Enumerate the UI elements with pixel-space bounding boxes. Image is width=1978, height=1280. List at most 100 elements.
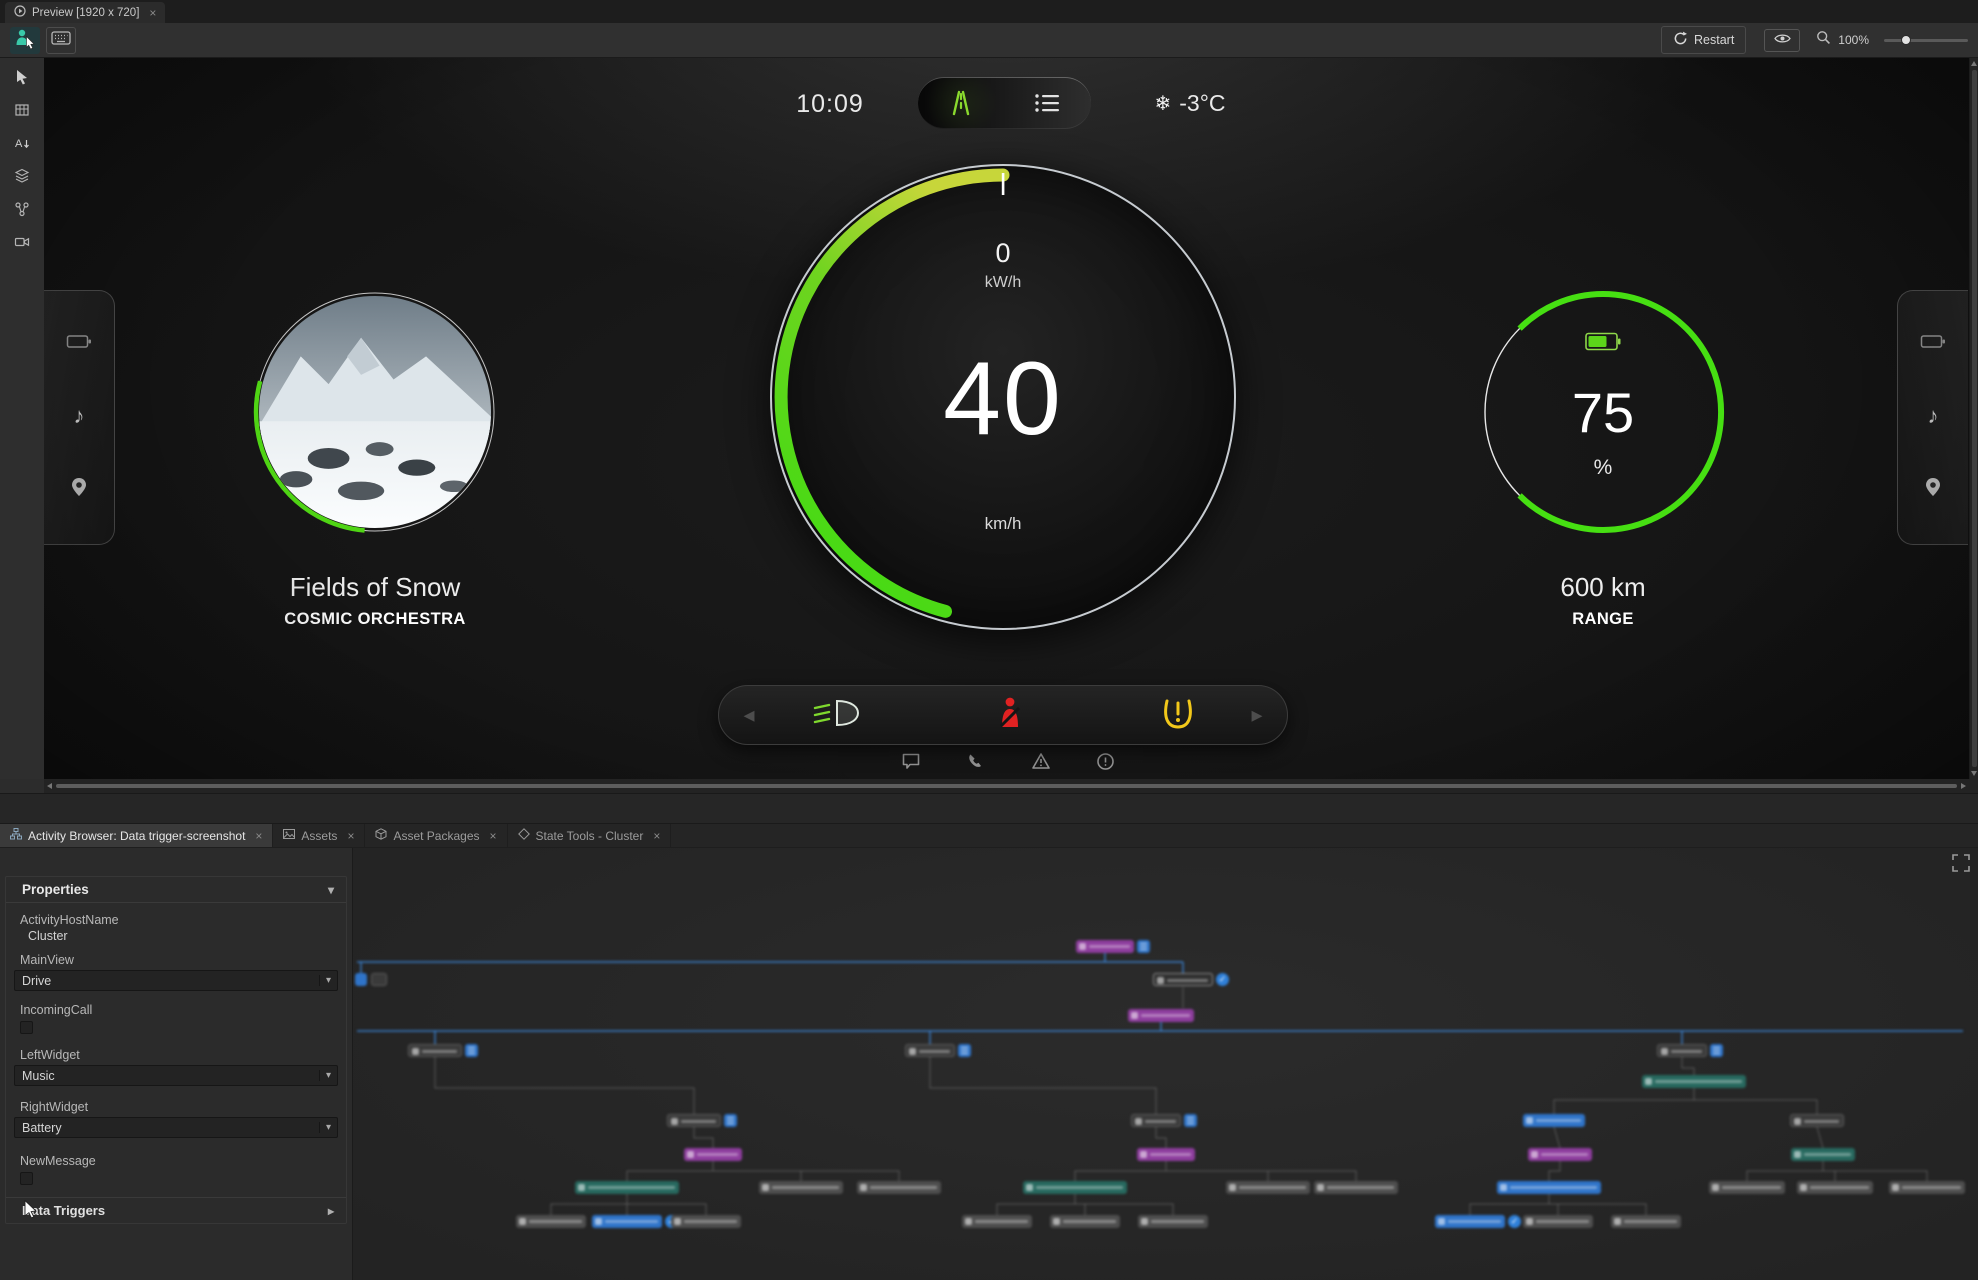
preview-tab-bar: Preview [1920 x 720] × — [0, 0, 1978, 23]
graph-node[interactable] — [1528, 1148, 1592, 1161]
graph-node[interactable] — [1889, 1181, 1965, 1194]
horizontal-scrollbar[interactable] — [44, 779, 1969, 793]
graph-node[interactable] — [1050, 1215, 1120, 1228]
graph-node[interactable] — [1790, 1114, 1844, 1127]
graph-node[interactable] — [1497, 1181, 1601, 1194]
warning-triangle-icon[interactable] — [1031, 752, 1051, 775]
graph-node[interactable] — [1131, 1114, 1181, 1127]
data-triggers-section-header[interactable]: Data Triggers ▸ — [6, 1197, 346, 1223]
vertical-scrollbar[interactable] — [1969, 58, 1978, 779]
view-mode-toggle[interactable] — [918, 77, 1091, 129]
properties-section-header[interactable]: Properties ▾ — [6, 877, 346, 903]
menu-badge-icon[interactable] — [1710, 1044, 1723, 1057]
location-pin-icon[interactable] — [71, 477, 87, 502]
graph-node[interactable] — [1523, 1114, 1585, 1127]
graph-node[interactable] — [1797, 1181, 1873, 1194]
graph-node[interactable] — [1137, 1148, 1195, 1161]
right-widget-dropdown[interactable]: Battery ▾ — [14, 1117, 338, 1138]
tab-state-tools[interactable]: State Tools - Cluster × — [508, 824, 672, 847]
graph-node[interactable] — [1076, 940, 1134, 953]
device-icon[interactable] — [1920, 333, 1946, 355]
graph-node[interactable] — [1523, 1215, 1593, 1228]
text-sort-button[interactable]: A — [8, 129, 36, 156]
graph-node[interactable] — [759, 1181, 843, 1194]
device-icon[interactable] — [66, 333, 92, 355]
cluster-preview: 10:09 ❄ -3°C Fields of Snow COSMIC ORCHE… — [44, 58, 1969, 779]
graph-node[interactable] — [1435, 1215, 1505, 1228]
visibility-toggle-button[interactable] — [1764, 28, 1801, 52]
music-note-icon[interactable]: ♪ — [74, 403, 85, 429]
graph-node[interactable] — [905, 1044, 955, 1057]
graph-node[interactable] — [1642, 1075, 1746, 1088]
tab-assets[interactable]: Assets × — [273, 824, 366, 847]
menu-badge-icon[interactable] — [958, 1044, 971, 1057]
graph-node[interactable] — [516, 1215, 586, 1228]
close-icon[interactable]: × — [490, 829, 497, 843]
left-widget-dropdown[interactable]: Music ▾ — [14, 1065, 338, 1086]
flow-button[interactable] — [8, 195, 36, 222]
graph-node[interactable] — [371, 973, 387, 986]
node-graph-canvas[interactable] — [353, 848, 1978, 1280]
incoming-call-checkbox[interactable] — [20, 1021, 33, 1034]
graph-node[interactable] — [408, 1044, 462, 1057]
activity-node-graph[interactable] — [353, 848, 1978, 1280]
location-pin-icon[interactable] — [1925, 477, 1941, 502]
preview-tab[interactable]: Preview [1920 x 720] × — [5, 2, 166, 23]
graph-node[interactable] — [1791, 1148, 1855, 1161]
graph-node[interactable] — [667, 1114, 721, 1127]
graph-node[interactable] — [1657, 1044, 1707, 1057]
graph-node[interactable] — [1153, 973, 1213, 986]
graph-node[interactable] — [1023, 1181, 1127, 1194]
close-icon[interactable]: × — [347, 829, 354, 843]
graph-node[interactable] — [1611, 1215, 1681, 1228]
music-note-icon[interactable]: ♪ — [1928, 403, 1939, 429]
check-badge-icon[interactable] — [1508, 1215, 1521, 1228]
close-icon[interactable]: × — [255, 829, 262, 843]
keyboard-tool-button[interactable] — [46, 26, 76, 54]
graph-node[interactable] — [355, 973, 367, 986]
graph-node[interactable] — [962, 1215, 1032, 1228]
zoom-slider-knob[interactable] — [1901, 35, 1911, 45]
graph-node[interactable] — [1138, 1215, 1208, 1228]
main-view-dropdown[interactable]: Drive ▾ — [14, 970, 338, 991]
zoom-slider[interactable] — [1884, 32, 1968, 48]
graph-node[interactable] — [1226, 1181, 1310, 1194]
chevron-left-icon[interactable]: ◂ — [719, 702, 779, 728]
menu-badge-icon[interactable] — [1137, 940, 1150, 953]
menu-badge-icon[interactable] — [465, 1044, 478, 1057]
scroll-left-arrow[interactable] — [47, 783, 52, 789]
new-message-checkbox[interactable] — [20, 1172, 33, 1185]
alert-circle-icon[interactable] — [1096, 752, 1115, 776]
tab-activity-browser[interactable]: Activity Browser: Data trigger-screensho… — [0, 824, 274, 847]
graph-node[interactable] — [575, 1181, 679, 1194]
restart-button[interactable]: Restart — [1661, 26, 1747, 54]
graph-node[interactable] — [1314, 1181, 1398, 1194]
graph-node[interactable] — [671, 1215, 741, 1228]
camera-button[interactable] — [8, 228, 36, 255]
table-view-button[interactable] — [8, 96, 36, 123]
graph-node[interactable] — [684, 1148, 742, 1161]
zoom-slider-track[interactable] — [1884, 39, 1968, 42]
chevron-right-icon[interactable]: ▸ — [1227, 702, 1287, 728]
layers-button[interactable] — [8, 162, 36, 189]
scroll-down-arrow[interactable] — [1971, 771, 1977, 776]
graph-node[interactable] — [1709, 1181, 1785, 1194]
horizontal-scroll-thumb[interactable] — [56, 784, 1957, 788]
graph-node[interactable] — [592, 1215, 662, 1228]
vertical-scroll-thumb[interactable] — [1972, 70, 1977, 767]
interaction-tool-button[interactable] — [10, 26, 40, 54]
graph-node[interactable] — [857, 1181, 941, 1194]
scroll-up-arrow[interactable] — [1971, 61, 1977, 66]
fit-view-icon[interactable] — [1952, 854, 1970, 877]
check-badge-icon[interactable] — [1216, 973, 1229, 986]
graph-node[interactable] — [1128, 1009, 1194, 1022]
phone-icon[interactable] — [966, 752, 985, 776]
scroll-right-arrow[interactable] — [1961, 783, 1966, 789]
close-icon[interactable]: × — [653, 829, 660, 843]
pointer-tool-button[interactable] — [8, 63, 36, 90]
message-icon[interactable] — [901, 752, 921, 775]
tab-asset-packages[interactable]: Asset Packages × — [365, 824, 508, 847]
menu-badge-icon[interactable] — [1184, 1114, 1197, 1127]
menu-badge-icon[interactable] — [724, 1114, 737, 1127]
close-icon[interactable]: × — [149, 6, 156, 20]
